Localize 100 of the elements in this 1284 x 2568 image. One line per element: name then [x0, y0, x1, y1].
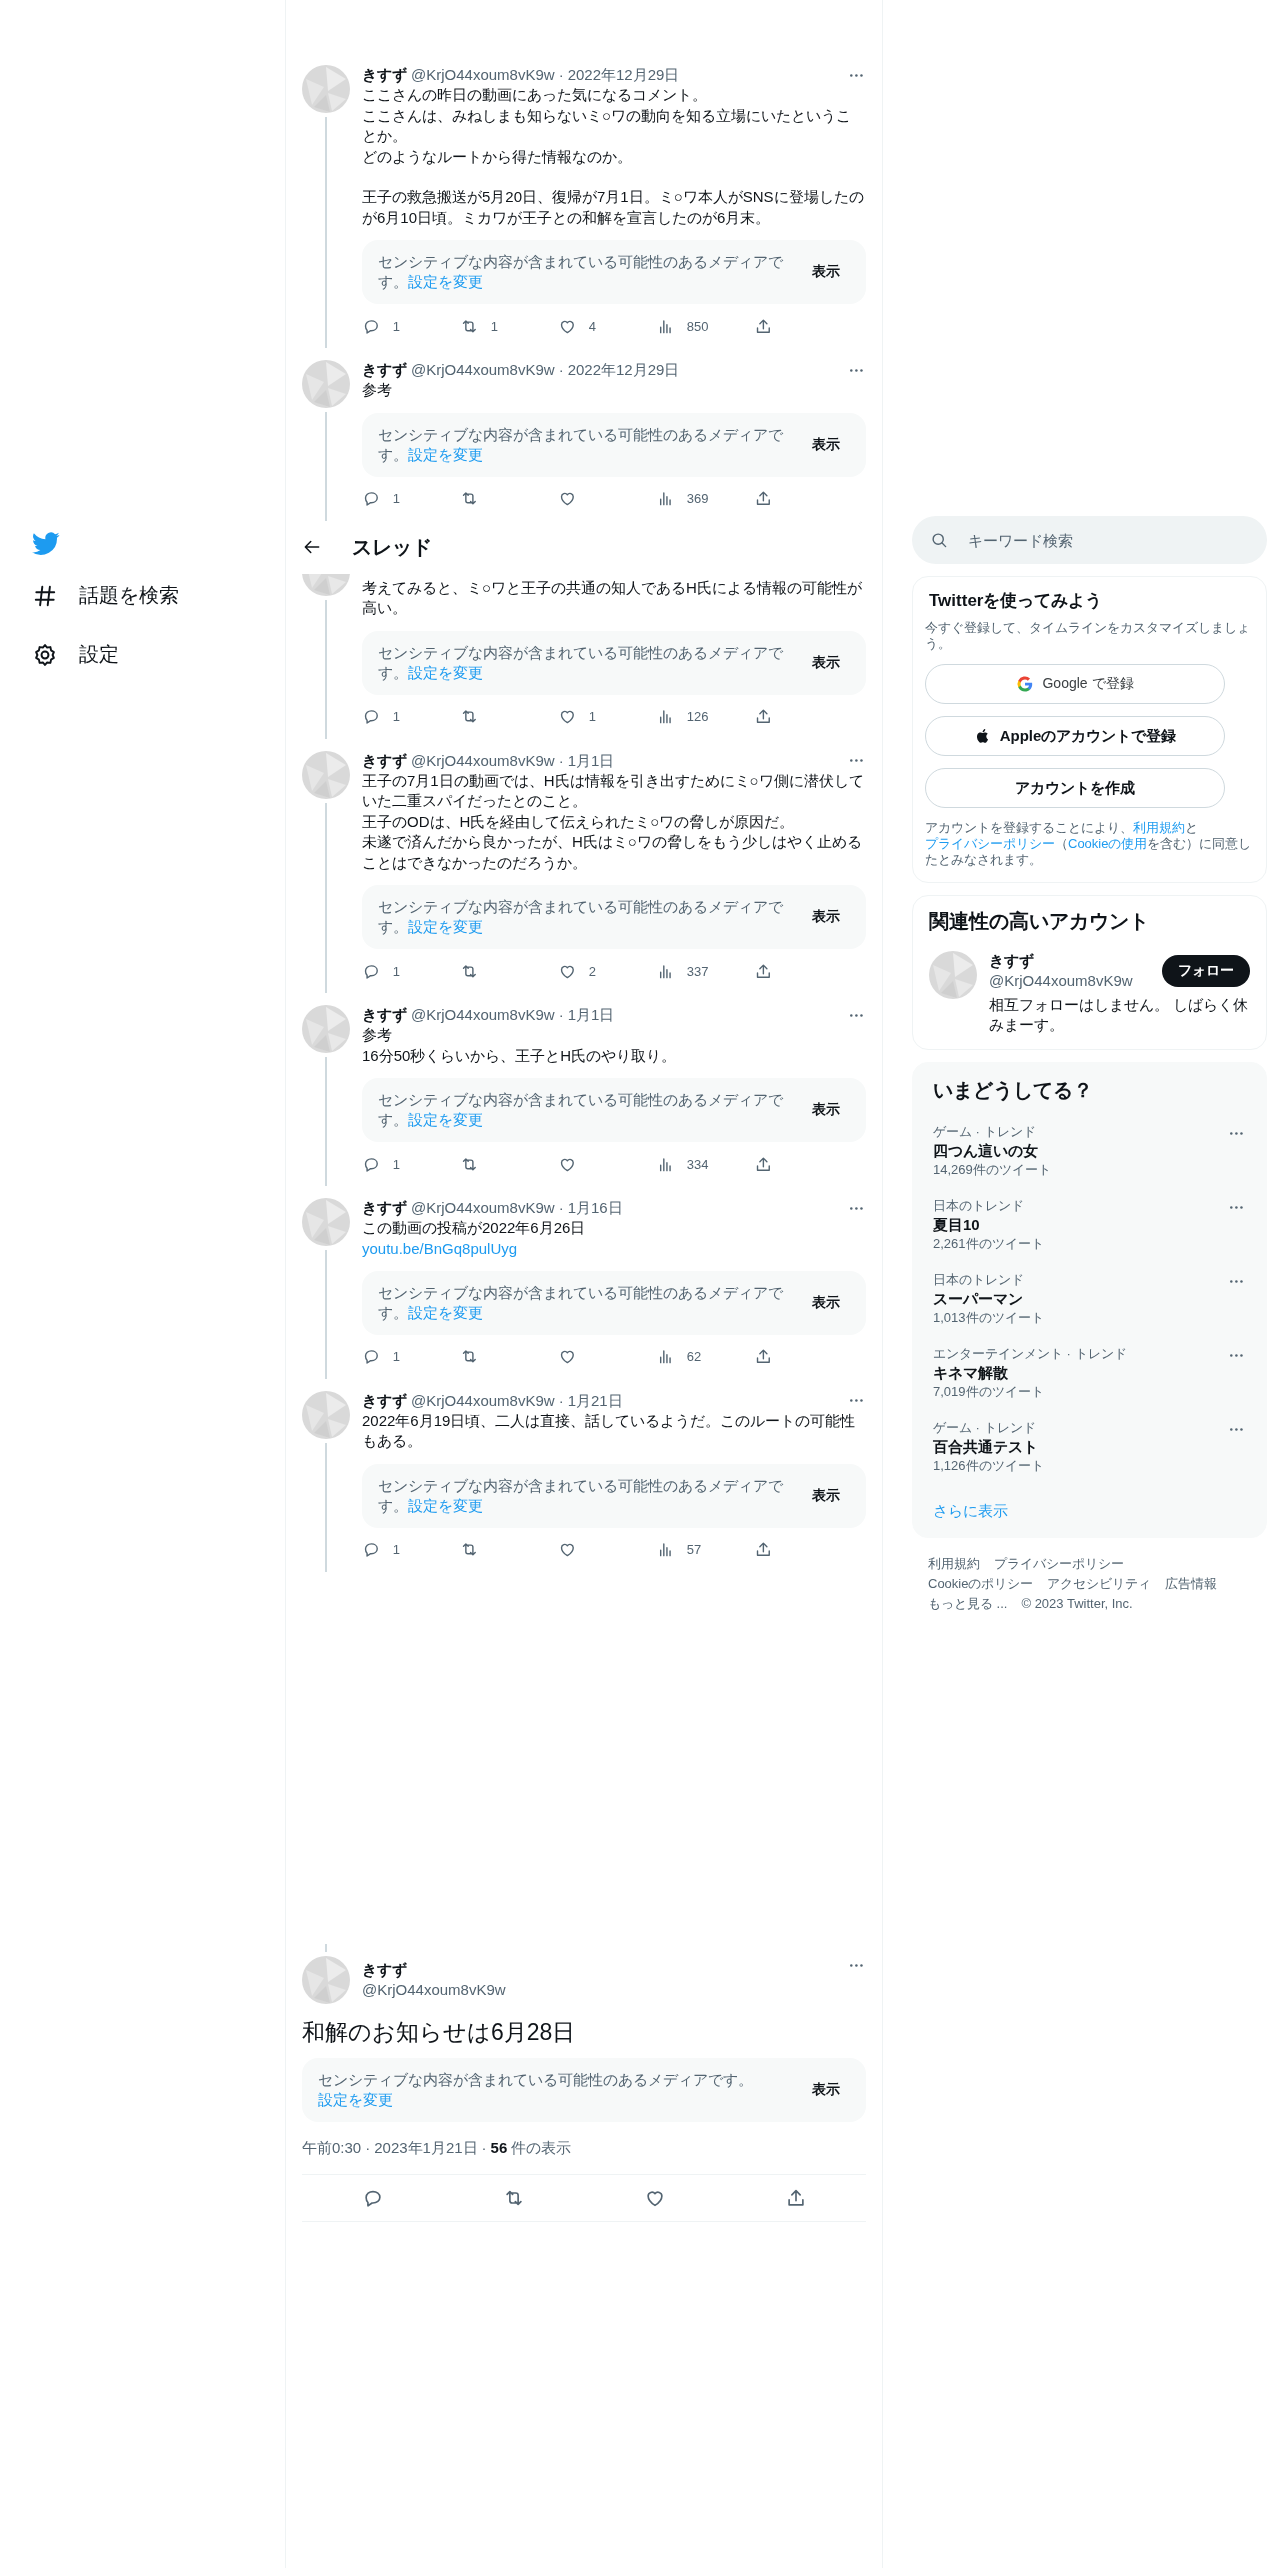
signup-button[interactable]: アカウントを作成 — [925, 768, 1225, 808]
author-name[interactable]: きすず — [362, 1198, 407, 1218]
reply-icon — [362, 1540, 381, 1559]
share-button[interactable] — [754, 1540, 773, 1559]
author-handle[interactable]: @KrjO44xoum8vK9w — [411, 65, 555, 85]
footer-link[interactable]: 利用規約 — [928, 1556, 980, 1572]
reply-button[interactable]: 1 — [362, 707, 460, 726]
reply-button[interactable]: 1 — [362, 1540, 460, 1559]
follow-button[interactable]: フォロー — [1162, 955, 1250, 987]
author-name[interactable]: きすず — [362, 360, 407, 380]
author-name[interactable]: きすず — [362, 65, 407, 85]
nav-item[interactable]: 話題を検索 — [26, 566, 285, 625]
reply-button[interactable]: 1 — [362, 489, 460, 508]
separator-dot: · — [558, 750, 564, 771]
bar-chart-button[interactable]: 126 — [656, 707, 754, 726]
trend-category: エンターテインメント · トレンド — [933, 1346, 1127, 1362]
show-button[interactable]: 表示 — [802, 647, 850, 678]
show-button[interactable]: 表示 — [802, 429, 850, 460]
post-time[interactable]: 午前0:30 — [302, 2137, 362, 2158]
google-g-icon — [1016, 675, 1035, 693]
heart-button[interactable]: 1 — [558, 707, 656, 726]
bar-chart-button[interactable]: 850 — [656, 316, 754, 336]
show-button[interactable]: 表示 — [802, 257, 850, 287]
avatar — [302, 1955, 350, 2004]
bar-chart-button[interactable]: 62 — [656, 1347, 754, 1366]
share-button[interactable] — [754, 1347, 773, 1366]
post-date[interactable]: 1月16日 — [567, 1198, 623, 1218]
author-name[interactable]: きすず — [362, 750, 407, 771]
share-button[interactable] — [754, 707, 773, 726]
footer-link[interactable]: 広告情報 — [1165, 1576, 1218, 1592]
tweet-text: この動画の投稿が2022年6月26日 — [362, 1218, 587, 1238]
share-button[interactable] — [754, 316, 773, 336]
trend-category: ゲーム · トレンド — [933, 1420, 1037, 1436]
card-title: 関連性の高いアカウント — [928, 909, 1150, 934]
avatar — [302, 750, 350, 799]
show-button[interactable]: 表示 — [802, 1480, 850, 1511]
author-name[interactable]: きすず — [362, 1005, 407, 1025]
avatar — [929, 951, 977, 999]
trend-category: 日本のトレンド — [933, 1198, 1025, 1214]
reply-button[interactable]: 1 — [362, 1347, 460, 1366]
share-button[interactable] — [754, 1154, 773, 1174]
author-name[interactable]: きすず — [362, 1390, 407, 1411]
tweet-text: 参考 — [362, 1025, 393, 1045]
share-button[interactable] — [754, 961, 773, 981]
author-handle[interactable]: @KrjO44xoum8vK9w — [411, 1390, 555, 1411]
show-button[interactable]: 表示 — [802, 902, 850, 932]
copyright: © 2023 Twitter, Inc. — [1021, 1596, 1133, 1612]
show-button[interactable]: 表示 — [802, 1095, 850, 1125]
nav-item[interactable]: 設定 — [26, 625, 285, 684]
reply-button[interactable]: 1 — [362, 316, 460, 336]
heart-button[interactable]: 4 — [558, 316, 656, 336]
views-label: 件の表示 — [511, 2137, 572, 2158]
view-count: 56 — [490, 2137, 508, 2158]
signup-button[interactable]: Appleのアカウントで登録 — [925, 716, 1225, 756]
footer-link[interactable]: Cookieのポリシー — [928, 1576, 1034, 1592]
footer-link[interactable]: アクセシビリティ — [1047, 1576, 1152, 1592]
account-name[interactable]: きすず — [989, 951, 1133, 971]
show-button[interactable]: 表示 — [802, 1287, 850, 1318]
heart-button[interactable]: 2 — [558, 961, 656, 981]
share-button[interactable] — [754, 489, 773, 508]
account-handle[interactable]: @KrjO44xoum8vK9w — [989, 971, 1133, 991]
signup-button[interactable]: Google で登録 — [925, 664, 1225, 704]
post-date[interactable]: 2022年12月29日 — [567, 65, 680, 85]
trend-name: スーパーマン — [933, 1289, 1024, 1309]
author-handle[interactable]: @KrjO44xoum8vK9w — [411, 360, 555, 380]
author-handle[interactable]: @KrjO44xoum8vK9w — [411, 1198, 555, 1218]
post-date[interactable]: 1月1日 — [567, 1005, 615, 1025]
footer-link[interactable]: プライバシーポリシー — [994, 1556, 1124, 1572]
reply-icon — [362, 707, 381, 726]
reply-icon — [362, 1347, 381, 1366]
post-date[interactable]: 2022年12月29日 — [567, 360, 680, 380]
reply-button[interactable]: 1 — [362, 961, 460, 981]
trend-item[interactable]: ゲーム · トレンド 四つん這いの女 14,269件のツイート — [929, 1116, 1250, 1190]
author-handle[interactable]: @KrjO44xoum8vK9w — [411, 750, 555, 771]
bar-chart-button[interactable]: 57 — [656, 1540, 754, 1559]
trend-item[interactable]: ゲーム · トレンド 百合共通テスト 1,126件のツイート — [929, 1412, 1250, 1486]
bird-icon[interactable] — [32, 529, 60, 557]
retweet-button[interactable]: 1 — [460, 316, 558, 336]
search-icon — [930, 531, 949, 550]
warning-text: センシティブな内容が含まれている可能性のあるメディアです。設定を変更 — [378, 642, 784, 683]
post-date[interactable]: 2023年1月21日 — [374, 2137, 478, 2158]
search-field[interactable]: キーワード検索 — [912, 516, 1267, 564]
page-title: スレッド — [352, 534, 432, 560]
bar-chart-button[interactable]: 369 — [656, 489, 754, 508]
trend-item[interactable]: 日本のトレンド スーパーマン 1,013件のツイート — [929, 1264, 1250, 1338]
trend-item[interactable]: エンターテインメント · トレンド キネマ解散 7,019件のツイート — [929, 1338, 1250, 1412]
separator-dot: · — [558, 1005, 564, 1025]
tweet-text: ここさんは、みねしまも知らないミ○ワの動向を知る立場にいたということか。 — [362, 105, 853, 146]
post-date[interactable]: 1月1日 — [567, 750, 615, 771]
author-handle[interactable]: @KrjO44xoum8vK9w — [411, 1005, 555, 1025]
trend-item[interactable]: 日本のトレンド 夏目10 2,261件のツイート — [929, 1190, 1250, 1264]
bar-chart-button[interactable]: 334 — [656, 1154, 754, 1174]
tweet-text: 参考 — [362, 380, 393, 400]
author-name[interactable]: きすず — [362, 1959, 506, 1980]
bar-chart-button[interactable]: 337 — [656, 961, 754, 981]
show-button[interactable]: 表示 — [802, 2074, 850, 2105]
author-handle[interactable]: @KrjO44xoum8vK9w — [362, 1979, 506, 2000]
post-date[interactable]: 1月21日 — [567, 1390, 623, 1411]
footer-link[interactable]: もっと見る ... — [928, 1596, 1008, 1612]
reply-button[interactable]: 1 — [362, 1154, 460, 1174]
